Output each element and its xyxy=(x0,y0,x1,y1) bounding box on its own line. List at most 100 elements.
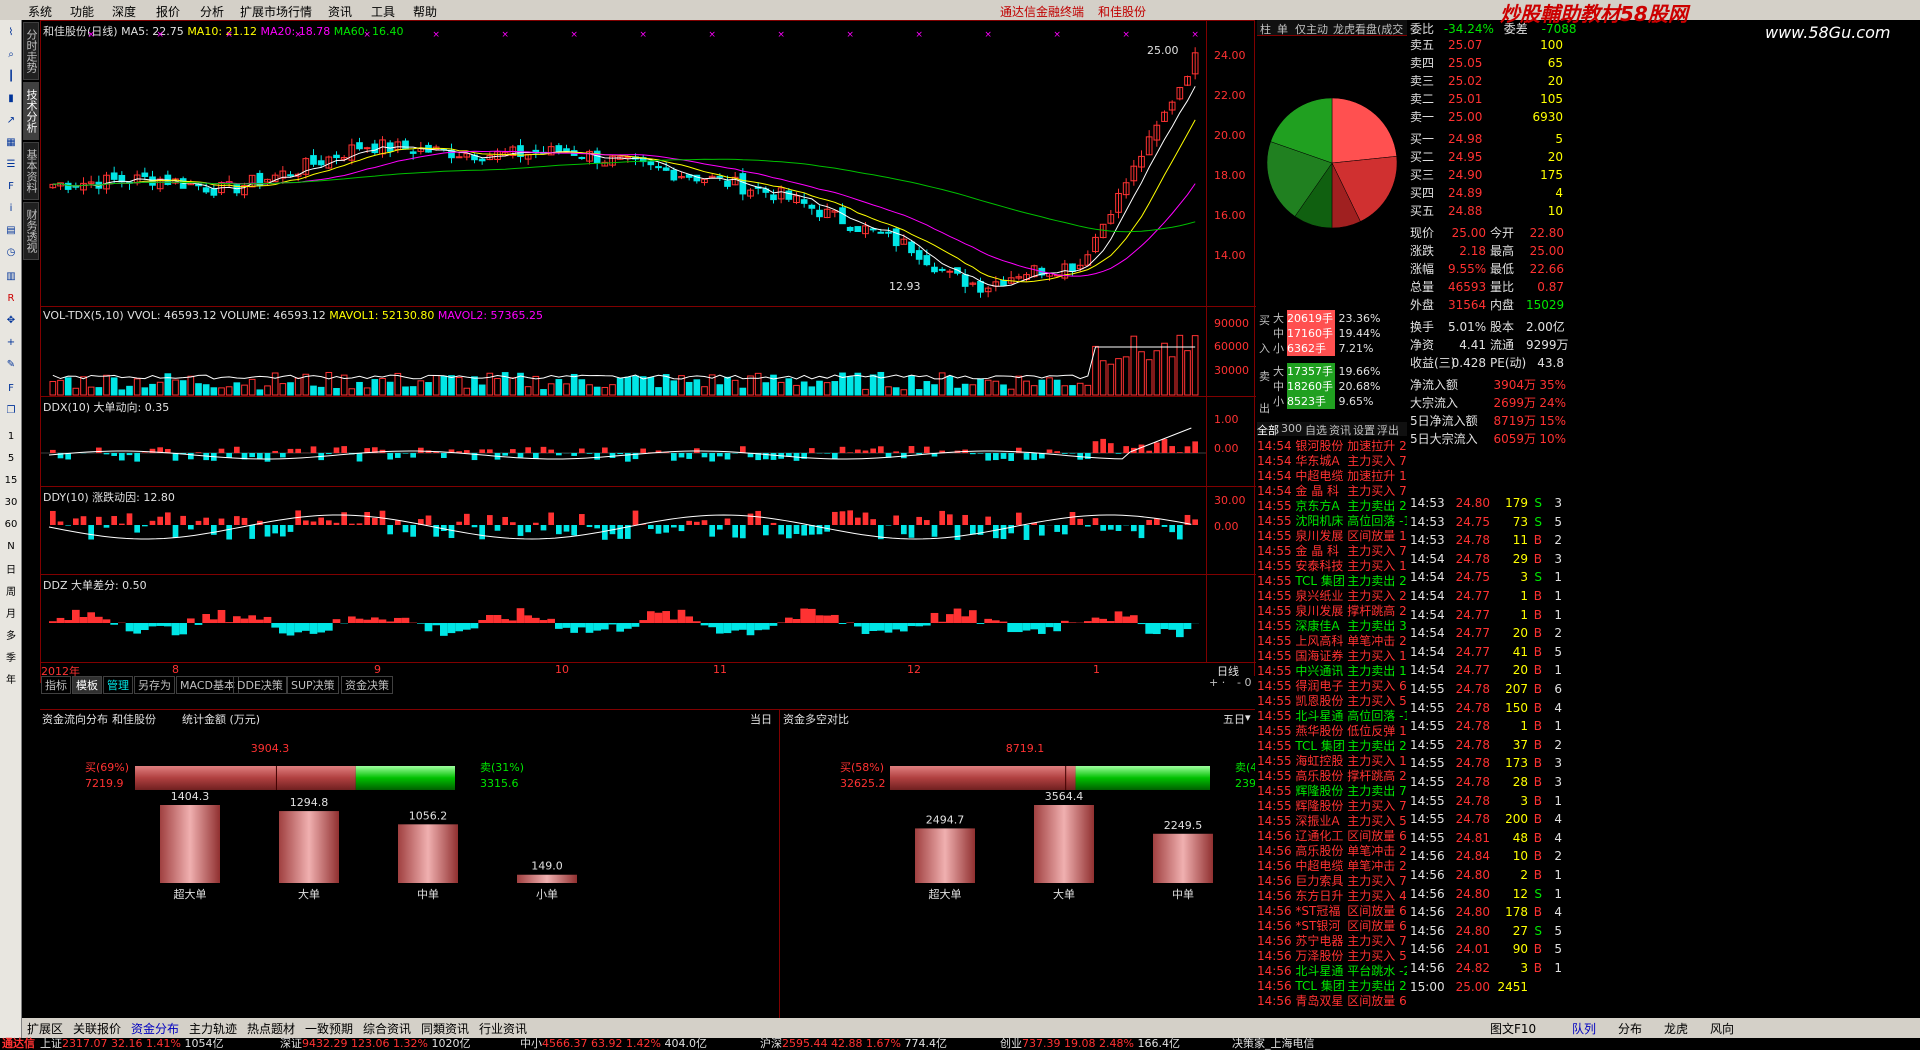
grid-icon[interactable]: ▦ xyxy=(2,134,20,152)
index-quote[interactable]: 创业737.39 19.08 2.48% 166.4亿 xyxy=(1000,1038,1180,1050)
menu-item-analysis[interactable]: 分析 xyxy=(200,3,224,20)
f10-icon[interactable]: F xyxy=(2,178,20,196)
move-icon[interactable]: ✥ xyxy=(2,312,20,330)
menu-item-depth[interactable]: 深度 xyxy=(112,3,136,20)
bottom-tab[interactable]: 行业资讯 xyxy=(476,1020,530,1037)
menu-item-tools[interactable]: 工具 xyxy=(371,3,395,20)
tab-active-only[interactable]: 仅主动 xyxy=(1295,21,1328,37)
list-tab-settings[interactable]: 设置 xyxy=(1353,422,1375,438)
period-day-button[interactable]: 日 xyxy=(2,562,20,580)
bottom-tab[interactable]: 关联报价 xyxy=(70,1020,124,1037)
list-icon[interactable]: ☰ xyxy=(2,156,20,174)
index-quote[interactable]: 沪深2595.44 42.88 1.67% 774.4亿 xyxy=(760,1038,947,1050)
period-year-button[interactable]: 年 xyxy=(2,672,20,690)
period-30-button[interactable]: 30 xyxy=(2,494,20,512)
ddy-bar xyxy=(134,525,140,533)
ddz-chart[interactable] xyxy=(41,575,1206,663)
volume-chart[interactable] xyxy=(41,307,1206,397)
quote-value: 22.66 xyxy=(1529,262,1564,276)
add-icon[interactable]: + xyxy=(2,334,20,352)
bottom-tab[interactable]: 同類资讯 xyxy=(418,1020,472,1037)
quote-value: 2.00亿 xyxy=(1526,320,1565,334)
ask-volume: 105 xyxy=(1540,92,1563,106)
menu-item-quote[interactable]: 报价 xyxy=(156,3,180,20)
menu-item-help[interactable]: 帮助 xyxy=(413,3,437,20)
menu-item-function[interactable]: 功能 xyxy=(70,3,94,20)
remove-tab-icon[interactable]: - 0 xyxy=(1237,676,1251,689)
brand-label: 通达信 xyxy=(2,1037,35,1050)
index-quote[interactable]: 中小4566.37 63.92 1.42% 404.0亿 xyxy=(520,1038,707,1050)
index-quote[interactable]: 上证2317.07 32.16 1.41% 1054亿 xyxy=(40,1038,223,1050)
bottom-tab[interactable]: 热点题材 xyxy=(244,1020,298,1037)
zoom-icon[interactable]: ⌕ xyxy=(2,46,20,64)
tab-technical[interactable]: 技术分析 xyxy=(23,82,39,140)
candlestick-icon[interactable]: ┃ xyxy=(2,68,20,86)
index-quote[interactable]: 深证9432.29 123.06 1.32% 1020亿 xyxy=(280,1038,470,1050)
chart-icon[interactable]: ▤ xyxy=(2,222,20,240)
period-five-day[interactable]: 五日 xyxy=(1223,711,1245,727)
period-60-button[interactable]: 60 xyxy=(2,516,20,534)
add-tab-icon[interactable]: + · xyxy=(1209,676,1225,689)
news-item[interactable]: 14:56 青岛双星 区间放量 6.177倍 xyxy=(1257,992,1407,1009)
bar-icon[interactable]: ▮ xyxy=(2,90,20,108)
period-week-button[interactable]: 周 xyxy=(2,584,20,602)
right-tab[interactable]: 队列 xyxy=(1569,1020,1599,1037)
period-season-button[interactable]: 季 xyxy=(2,650,20,668)
tab-template[interactable]: 模板 xyxy=(72,676,102,694)
volume-icon[interactable]: ▥ xyxy=(2,268,20,286)
chart-line-icon[interactable]: ⌇ xyxy=(2,24,20,42)
bottom-tab[interactable]: 一致预期 xyxy=(302,1020,356,1037)
volume-bar xyxy=(463,387,471,396)
list-tab-favorite[interactable]: 自选 xyxy=(1305,422,1327,438)
tab-dde[interactable]: DDE决策 xyxy=(233,676,287,694)
list-tab-float[interactable]: 浮出 xyxy=(1377,422,1399,438)
copy-icon[interactable]: ❐ xyxy=(2,402,20,420)
trend-icon[interactable]: ↗ xyxy=(2,112,20,130)
menu-item-system[interactable]: 系统 xyxy=(28,3,52,20)
tab-macd[interactable]: MACD基本 xyxy=(176,676,239,694)
tab-sup[interactable]: SUP决策 xyxy=(287,676,339,694)
right-tab[interactable]: 分布 xyxy=(1615,1020,1645,1037)
candle-body xyxy=(118,174,126,183)
right-tab[interactable]: 龙虎 xyxy=(1661,1020,1691,1037)
period-month-button[interactable]: 月 xyxy=(2,606,20,624)
period-multi-button[interactable]: 多 xyxy=(2,628,20,646)
bottom-tab[interactable]: 综合资讯 xyxy=(360,1020,414,1037)
dropdown-icon[interactable]: ▾ xyxy=(1245,711,1251,724)
period-today[interactable]: 当日 xyxy=(750,711,772,727)
candlestick-chart[interactable]: × × × × × × × × × × × × × × × × × xyxy=(41,21,1206,306)
tab-timeshare[interactable]: 分时走势 xyxy=(23,22,39,80)
right-tab[interactable]: 图文F10 xyxy=(1487,1020,1539,1037)
list-tab-300[interactable]: 300 xyxy=(1281,422,1302,435)
ddy-chart[interactable] xyxy=(41,487,1206,575)
tab-save-as[interactable]: 另存为 xyxy=(134,676,175,694)
tick-price: 24.77 xyxy=(1455,607,1490,622)
tab-indicator[interactable]: 指标 xyxy=(41,676,71,694)
tab-basic-info[interactable]: 基本资料 xyxy=(23,142,39,200)
right-tab[interactable]: 风向 xyxy=(1707,1020,1737,1037)
period-n-button[interactable]: N xyxy=(2,538,20,556)
bottom-tab[interactable]: 主力轨迹 xyxy=(186,1020,240,1037)
rsi-icon[interactable]: R xyxy=(2,290,20,308)
tab-dragon-tiger[interactable]: 龙虎看盘(成交 xyxy=(1333,21,1403,37)
bottom-tab[interactable]: 资金分布 xyxy=(128,1020,182,1037)
pencil-icon[interactable]: ✎ xyxy=(2,356,20,374)
tab-finance[interactable]: 财务透视 xyxy=(23,202,39,260)
tab-bar[interactable]: 柱 xyxy=(1260,21,1271,37)
period-1-button[interactable]: 1 xyxy=(2,428,20,446)
period-5-button[interactable]: 5 xyxy=(2,450,20,468)
list-tab-news[interactable]: 资讯 xyxy=(1329,422,1351,438)
fs-icon[interactable]: F xyxy=(2,380,20,398)
info-icon[interactable]: i xyxy=(2,200,20,218)
tab-single[interactable]: 单 xyxy=(1277,21,1288,37)
menu-item-ext-market[interactable]: 扩展市场行情 xyxy=(240,3,312,20)
tab-manage[interactable]: 管理 xyxy=(103,676,133,694)
period-15-button[interactable]: 15 xyxy=(2,472,20,490)
bottom-tab[interactable]: 扩展区 xyxy=(24,1020,66,1037)
time-icon[interactable]: ◷ xyxy=(2,244,20,262)
quote-label: PE(动) xyxy=(1490,356,1527,370)
menu-item-news[interactable]: 资讯 xyxy=(328,3,352,20)
ddx-chart[interactable] xyxy=(41,397,1206,487)
list-tab-all[interactable]: 全部 xyxy=(1257,422,1279,438)
tab-fund[interactable]: 资金决策 xyxy=(341,676,393,694)
